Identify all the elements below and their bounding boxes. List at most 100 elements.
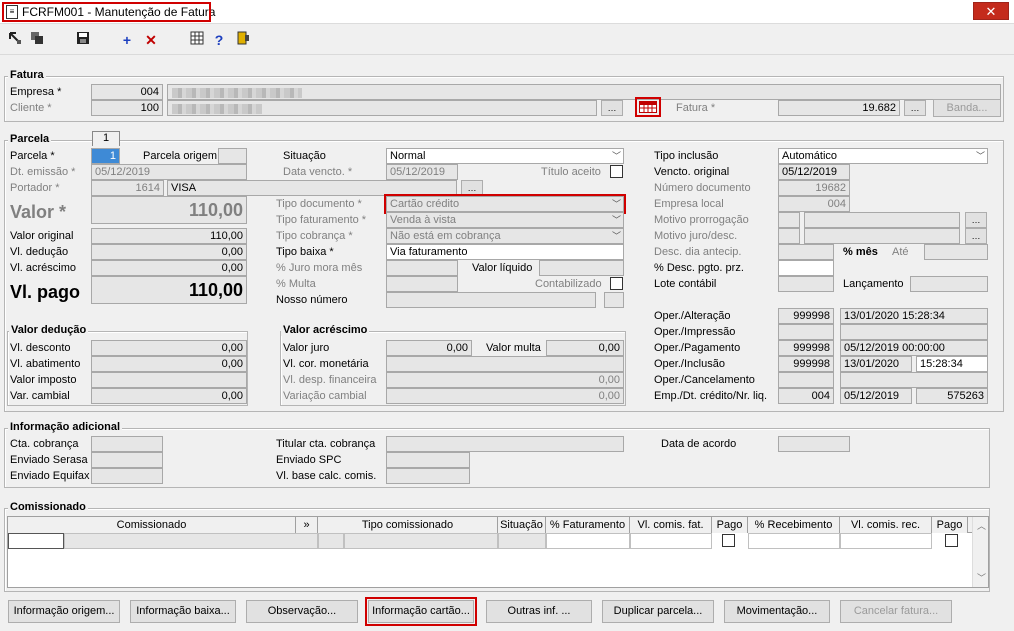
- pago-fat-checkbox[interactable]: [722, 534, 735, 547]
- cliente-name-field[interactable]: [167, 100, 597, 116]
- valor-liquido-field[interactable]: [539, 260, 624, 276]
- nosso-numero-field[interactable]: [386, 292, 596, 308]
- cancelar-fatura-button[interactable]: Cancelar fatura...: [840, 600, 952, 623]
- fatura-lookup-button[interactable]: …: [904, 100, 926, 116]
- parcela-origem-field[interactable]: [218, 148, 247, 164]
- dt-emissao-field[interactable]: 05/12/2019: [91, 164, 247, 180]
- scroll-up-icon[interactable]: ︿: [977, 519, 986, 532]
- cta-cobranca-field[interactable]: [91, 436, 163, 452]
- cell-tipo-code[interactable]: [318, 533, 344, 549]
- titular-field[interactable]: [386, 436, 624, 452]
- data-vencto-field[interactable]: 05/12/2019: [386, 164, 458, 180]
- col-vl-comis-fat[interactable]: Vl. comis. fat.: [630, 517, 712, 533]
- informacao-origem-button[interactable]: Informação origem...: [8, 600, 120, 623]
- cell-comissionado-code[interactable]: [8, 533, 64, 549]
- oper-alteracao-date[interactable]: 13/01/2020 15:28:34: [840, 308, 988, 324]
- oper-pagamento-date[interactable]: 05/12/2019 00:00:00: [840, 340, 988, 356]
- col-comissionado[interactable]: Comissionado: [8, 517, 296, 533]
- exit-icon[interactable]: [234, 31, 252, 49]
- motivo-prorrogacao-code[interactable]: [778, 212, 800, 228]
- delete-icon[interactable]: ✕: [142, 31, 160, 49]
- tipo-baixa-field[interactable]: Via faturamento: [386, 244, 624, 260]
- empresa-name-field[interactable]: [167, 84, 1001, 100]
- emp-credito-nr[interactable]: 575263: [916, 388, 988, 404]
- ate-field[interactable]: [924, 244, 988, 260]
- oper-inclusao-date[interactable]: 13/01/2020: [840, 356, 912, 372]
- col-tipo-comissionado[interactable]: Tipo comissionado: [318, 517, 498, 533]
- motivo-prorrogacao-lookup-button[interactable]: …: [965, 212, 987, 228]
- calendar-icon[interactable]: [639, 101, 657, 113]
- cell-pct-recebimento[interactable]: [748, 533, 840, 549]
- emp-credito-company[interactable]: 004: [778, 388, 834, 404]
- close-button[interactable]: ✕: [973, 2, 1009, 20]
- grid-scrollbar[interactable]: ︿ ﹀: [972, 517, 988, 587]
- pct-desc-field[interactable]: [778, 260, 834, 276]
- scroll-down-icon[interactable]: ﹀: [977, 571, 986, 584]
- save-icon[interactable]: [74, 31, 92, 49]
- oper-impressao-user[interactable]: [778, 324, 834, 340]
- oper-cancelamento-user[interactable]: [778, 372, 834, 388]
- multa-field[interactable]: [386, 276, 458, 292]
- numero-documento-field[interactable]: 19682: [778, 180, 850, 196]
- portador-code-field[interactable]: 1614: [91, 180, 164, 196]
- vl-abatimento-field[interactable]: 0,00: [91, 356, 247, 372]
- oper-impressao-date[interactable]: [840, 324, 988, 340]
- valor-juro-field[interactable]: 0,00: [386, 340, 472, 356]
- oper-inclusao-time[interactable]: 15:28:34: [916, 356, 988, 372]
- vencto-original-field[interactable]: 05/12/2019: [778, 164, 850, 180]
- parcela-tab[interactable]: 1: [92, 131, 120, 146]
- empresa-local-field[interactable]: 004: [778, 196, 850, 212]
- oper-inclusao-user[interactable]: 999998: [778, 356, 834, 372]
- emp-credito-date[interactable]: 05/12/2019: [840, 388, 912, 404]
- table-row[interactable]: [8, 533, 968, 551]
- oper-cancelamento-date[interactable]: [840, 372, 988, 388]
- cliente-lookup-button[interactable]: …: [601, 100, 623, 116]
- movimentacao-button[interactable]: Movimentação...: [724, 600, 830, 623]
- col-pago-rec[interactable]: Pago: [932, 517, 968, 533]
- fatura-field[interactable]: 19.682: [778, 100, 900, 116]
- cell-tipo-name[interactable]: [344, 533, 498, 549]
- banda-button[interactable]: Banda...: [933, 99, 1001, 117]
- enviado-spc-field[interactable]: [386, 452, 470, 468]
- col-vl-comis-rec[interactable]: Vl. comis. rec.: [840, 517, 932, 533]
- cell-vl-comis-fat[interactable]: [630, 533, 712, 549]
- empresa-field[interactable]: 004: [91, 84, 163, 100]
- tipo-cobranca-select[interactable]: Não está em cobrança ﹀: [386, 228, 624, 244]
- parcela-field[interactable]: 1: [91, 148, 120, 164]
- duplicar-parcela-button[interactable]: Duplicar parcela...: [602, 600, 714, 623]
- lote-contabil-field[interactable]: [778, 276, 834, 292]
- calculator-icon[interactable]: [188, 31, 206, 49]
- juro-mora-field[interactable]: [386, 260, 458, 276]
- col-expand[interactable]: »: [296, 517, 318, 533]
- col-pago-fat[interactable]: Pago: [712, 517, 748, 533]
- data-acordo-field[interactable]: [778, 436, 850, 452]
- desc-dia-field[interactable]: [778, 244, 834, 260]
- enviado-serasa-field[interactable]: [91, 452, 163, 468]
- cell-situacao[interactable]: [498, 533, 546, 549]
- observacao-button[interactable]: Observação...: [246, 600, 358, 623]
- variacao-field[interactable]: 0,00: [386, 388, 624, 404]
- vl-cor-field[interactable]: [386, 356, 624, 372]
- cell-pct-faturamento[interactable]: [546, 533, 630, 549]
- cell-vl-comis-rec[interactable]: [840, 533, 932, 549]
- valor-multa-field[interactable]: 0,00: [546, 340, 624, 356]
- enviado-equifax-field[interactable]: [91, 468, 163, 484]
- cliente-field[interactable]: 100: [91, 100, 163, 116]
- help-icon[interactable]: ?: [210, 31, 228, 49]
- vl-desp-field[interactable]: 0,00: [386, 372, 624, 388]
- oper-pagamento-user[interactable]: 999998: [778, 340, 834, 356]
- vl-base-field[interactable]: [386, 468, 470, 484]
- first-icon[interactable]: [6, 31, 24, 49]
- outras-inf-button[interactable]: Outras inf. ...: [486, 600, 592, 623]
- situacao-select[interactable]: Normal ﹀: [386, 148, 624, 164]
- copy-icon[interactable]: [28, 31, 46, 49]
- col-situacao[interactable]: Situação: [498, 517, 546, 533]
- vl-deducao-field[interactable]: 0,00: [91, 244, 247, 260]
- valor-field[interactable]: 110,00: [91, 196, 247, 224]
- valor-original-field[interactable]: 110,00: [91, 228, 247, 244]
- lancamento-field[interactable]: [910, 276, 988, 292]
- var-cambial-field[interactable]: 0,00: [91, 388, 247, 404]
- pago-rec-checkbox[interactable]: [945, 534, 958, 547]
- vl-acrescimo-field[interactable]: 0,00: [91, 260, 247, 276]
- oper-alteracao-user[interactable]: 999998: [778, 308, 834, 324]
